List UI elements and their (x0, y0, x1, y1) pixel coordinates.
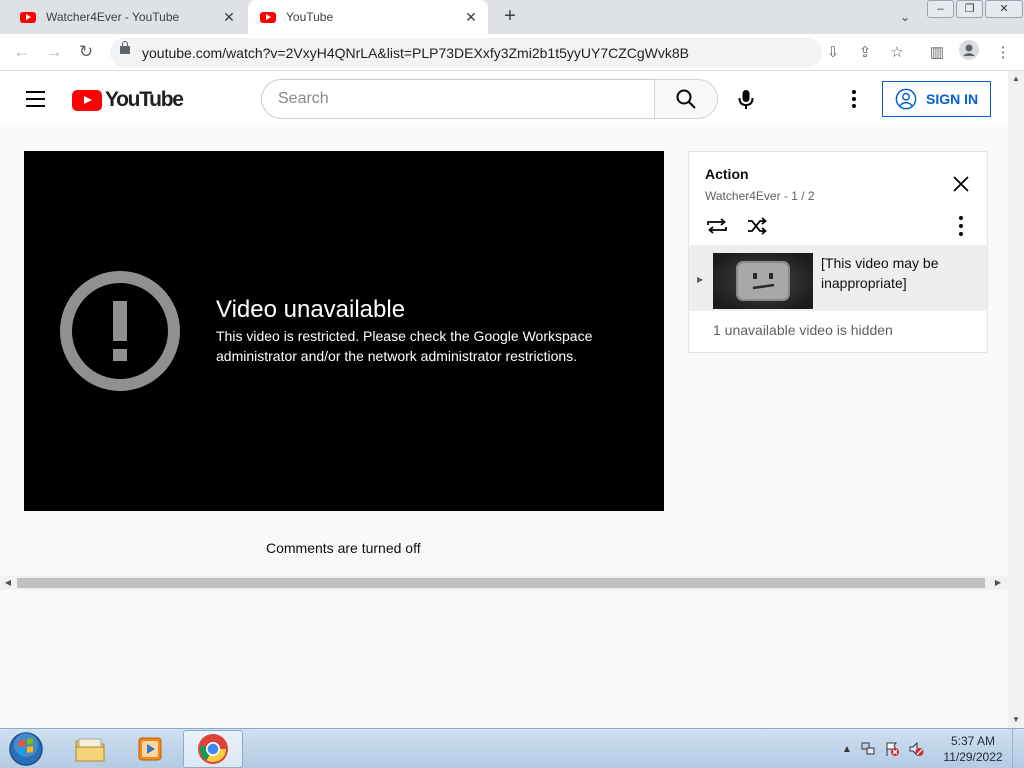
media-player-icon (138, 737, 162, 761)
profile-avatar-icon[interactable] (956, 40, 982, 66)
install-download-icon[interactable]: ⇩ (820, 40, 846, 66)
taskbar-media-player[interactable] (120, 730, 180, 768)
search-icon (676, 89, 696, 109)
tab-search-chevron-icon[interactable]: ⌄ (894, 7, 916, 27)
browser-toolbar: ← → ↻ youtube.com/watch?v=2VxyH4QNrLA&li… (0, 34, 1024, 71)
network-icon[interactable] (860, 741, 876, 757)
url-text: youtube.com/watch?v=2VxyH4QNrLA&list=PLP… (142, 45, 689, 61)
forward-arrow-icon[interactable]: → (42, 40, 66, 64)
unavailable-video-face-icon (713, 253, 813, 309)
address-bar[interactable]: youtube.com/watch?v=2VxyH4QNrLA&list=PLP… (110, 38, 822, 67)
window-controls: – ❐ ✕ (927, 0, 1024, 18)
restore-icon[interactable]: ❐ (956, 0, 983, 18)
tab-youtube[interactable]: YouTube ✕ (248, 0, 488, 34)
tab-title: Watcher4Ever - YouTube (46, 10, 180, 24)
system-tray: ▲ (842, 737, 924, 761)
scroll-right-arrow-icon[interactable]: ▶ (993, 578, 1003, 588)
share-icon[interactable]: ⇪ (852, 40, 878, 66)
search-input[interactable] (278, 90, 638, 108)
error-title: Video unavailable (216, 296, 406, 323)
sign-in-button[interactable]: SIGN IN (882, 81, 991, 117)
loop-playlist-icon[interactable] (705, 214, 729, 238)
error-exclamation-icon (60, 271, 180, 391)
sign-in-label: SIGN IN (926, 91, 979, 107)
tab-watcher4ever[interactable]: Watcher4Ever - YouTube ✕ (8, 0, 246, 34)
close-tab-icon[interactable]: ✕ (460, 9, 482, 26)
video-player[interactable]: Video unavailable This video is restrict… (24, 151, 664, 511)
chrome-menu-icon[interactable]: ⋮ (990, 40, 1016, 66)
system-clock[interactable]: 5:37 AM 11/29/2022 (940, 733, 1006, 765)
vertical-scrollbar[interactable]: ▲ ▼ (1008, 71, 1024, 728)
bookmark-star-icon[interactable]: ☆ (884, 40, 910, 66)
menu-hamburger-icon[interactable] (26, 91, 45, 112)
close-tab-icon[interactable]: ✕ (218, 9, 240, 26)
browser-tab-strip: Watcher4Ever - YouTube ✕ YouTube ✕ + ⌄ –… (0, 0, 1024, 34)
settings-more-icon[interactable] (842, 87, 866, 111)
folder-icon (75, 738, 105, 762)
lock-icon (120, 41, 130, 54)
scroll-up-arrow-icon[interactable]: ▲ (1012, 75, 1020, 83)
microphone-icon (738, 90, 754, 109)
windows-taskbar: ▲ 5:37 AM 11/29/2022 (0, 728, 1024, 768)
playlist-subtitle: Watcher4Ever - 1 / 2 (705, 189, 815, 203)
error-message: This video is restricted. Please check t… (216, 328, 593, 364)
playlist-item[interactable]: ▶ [This video may be inappropriate] (689, 245, 987, 311)
horizontal-scrollbar[interactable]: ◀ ▶ (0, 576, 1008, 590)
now-playing-marker-icon: ▶ (697, 275, 704, 284)
playlist-title[interactable]: Action (705, 166, 749, 182)
video-thumbnail (713, 253, 813, 309)
youtube-logo[interactable]: YouTube (72, 88, 184, 112)
playlist-panel: Action Watcher4Ever - 1 / 2 ▶ [This vide… (688, 151, 988, 353)
windows-start-orb-icon (9, 732, 43, 766)
new-tab-button[interactable]: + (498, 4, 522, 28)
reload-icon[interactable]: ↻ (74, 40, 98, 64)
voice-search-button[interactable] (730, 83, 762, 115)
action-center-flag-icon[interactable] (884, 741, 900, 757)
scroll-left-arrow-icon[interactable]: ◀ (3, 578, 13, 588)
comments-status: Comments are turned off (266, 540, 421, 556)
youtube-wordmark: YouTube (105, 88, 184, 111)
volume-muted-icon[interactable] (908, 741, 924, 757)
taskbar-explorer[interactable] (60, 730, 120, 768)
clock-time: 5:37 AM (950, 734, 996, 748)
chrome-icon (198, 734, 228, 764)
youtube-favicon-icon (260, 11, 276, 23)
horizontal-scroll-thumb[interactable] (17, 578, 985, 588)
close-window-icon[interactable]: ✕ (985, 0, 1023, 18)
show-hidden-icons-icon[interactable]: ▲ (842, 744, 852, 755)
youtube-masthead: YouTube SIGN IN (0, 71, 1008, 127)
search-box (261, 79, 655, 119)
youtube-favicon-icon (20, 11, 36, 23)
playlist-more-icon[interactable] (959, 216, 963, 236)
hidden-videos-notice: 1 unavailable video is hidden (713, 322, 893, 338)
account-circle-icon (895, 88, 917, 110)
clock-date: 11/29/2022 (943, 750, 1003, 764)
back-arrow-icon[interactable]: ← (10, 40, 34, 64)
taskbar-google-chrome[interactable] (183, 730, 243, 768)
close-icon[interactable] (951, 174, 971, 194)
playlist-item-title: [This video may be inappropriate] (821, 255, 939, 291)
start-button[interactable] (6, 730, 46, 768)
show-desktop-button[interactable] (1012, 729, 1024, 768)
shuffle-icon[interactable] (745, 214, 769, 238)
minimize-icon[interactable]: – (927, 0, 954, 18)
tab-title: YouTube (286, 10, 334, 24)
scroll-down-arrow-icon[interactable]: ▼ (1012, 716, 1020, 724)
search-button[interactable] (654, 79, 718, 119)
youtube-play-logo-icon (72, 89, 102, 111)
side-panel-icon[interactable]: ▥ (924, 40, 950, 66)
